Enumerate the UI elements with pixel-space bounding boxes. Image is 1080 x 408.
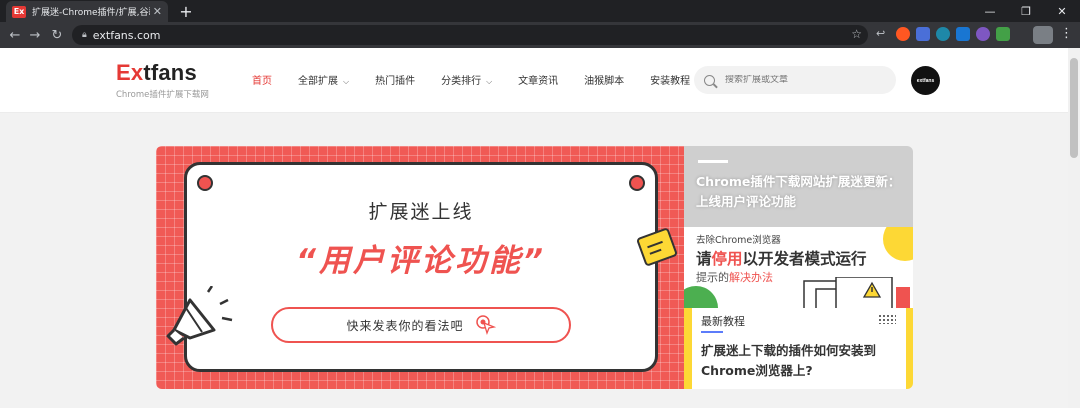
browser-menu-icon[interactable]: ⋮ bbox=[1060, 26, 1073, 41]
comment-cta-label: 快来发表你的看法吧 bbox=[346, 318, 464, 333]
banner-title: 扩展迷上线 bbox=[368, 201, 474, 223]
translate-icon[interactable] bbox=[916, 27, 930, 41]
dots-decoration-icon bbox=[878, 314, 896, 324]
side-mid-big-2: 以开发者模式运行 bbox=[742, 250, 867, 268]
page-scrollbar[interactable] bbox=[1068, 48, 1080, 408]
nav-all-extensions[interactable]: 全部扩展 ⌵ bbox=[298, 72, 349, 87]
label-underline bbox=[701, 331, 723, 333]
main-nav: 首页 全部扩展 ⌵ 热门插件 分类排行 ⌵ 文章资讯 油猴脚本 安装教程 bbox=[252, 72, 716, 87]
url-text: extfans.com bbox=[92, 28, 161, 42]
tab-close-icon[interactable]: ✕ bbox=[153, 5, 162, 18]
browser-window-illustration bbox=[803, 277, 910, 308]
new-tab-button[interactable]: + bbox=[176, 1, 196, 21]
decor-dot-left bbox=[197, 175, 213, 191]
chevron-down-icon: ⌵ bbox=[343, 77, 350, 86]
side-mid-small: 去除Chrome浏览器 bbox=[696, 235, 781, 246]
decor-circle-green bbox=[684, 286, 718, 308]
search-box bbox=[694, 66, 896, 94]
search-input[interactable] bbox=[725, 75, 885, 85]
side-article-mid[interactable]: 去除Chrome浏览器 请停用以开发者模式运行 提示的解决办法 bbox=[684, 227, 913, 308]
side-article-top[interactable]: Chrome插件下载网站扩展迷更新：上线用户评论功能 bbox=[684, 146, 913, 227]
title-accent-bar bbox=[698, 160, 728, 163]
latest-tutorial-label: 最新教程 bbox=[701, 315, 745, 328]
nav-rankings-label: 分类排行 bbox=[441, 76, 482, 87]
logo-rest: tfans bbox=[143, 60, 197, 85]
megaphone-icon bbox=[166, 286, 233, 346]
chevron-down-icon: ⌵ bbox=[486, 77, 493, 86]
side-bottom-card: 最新教程 扩展迷上下载的插件如何安装到Chrome浏览器上? bbox=[692, 308, 906, 389]
lock-icon: 🔒︎ bbox=[82, 30, 87, 40]
browser-tab-strip: Ex 扩展迷-Chrome插件/扩展,谷歌浏 ✕ + — ❐ ✕ bbox=[0, 0, 1080, 22]
extension-icon-3[interactable] bbox=[936, 27, 950, 41]
banner-headline: “用户评论功能” bbox=[296, 243, 546, 279]
side-mid-sub: 提示的解决办法 bbox=[696, 269, 773, 285]
nav-home[interactable]: 首页 bbox=[252, 72, 272, 87]
site-header: Extfans Chrome插件扩展下载网 首页 全部扩展 ⌵ 热门插件 分类排行… bbox=[0, 48, 1068, 113]
nav-userscripts[interactable]: 油猴脚本 bbox=[584, 72, 624, 87]
back-icon[interactable]: ← bbox=[6, 26, 24, 44]
side-article-top-title: Chrome插件下载网站扩展迷更新：上线用户评论功能 bbox=[696, 174, 901, 209]
extension-icon-4[interactable] bbox=[956, 27, 970, 41]
latest-tutorial-title: 扩展迷上下载的插件如何安装到Chrome浏览器上? bbox=[701, 343, 877, 378]
side-mid-headline: 请停用以开发者模式运行 bbox=[696, 247, 867, 269]
scrollbar-thumb[interactable] bbox=[1070, 58, 1078, 158]
user-avatar[interactable]: extfans bbox=[911, 66, 940, 95]
side-mid-sub-1: 提示的 bbox=[696, 271, 729, 284]
minimize-button[interactable]: — bbox=[972, 0, 1008, 22]
decor-circle bbox=[883, 227, 913, 261]
logo-ex: Ex bbox=[116, 60, 144, 85]
favicon-icon: Ex bbox=[12, 5, 26, 18]
profile-avatar[interactable] bbox=[1033, 26, 1053, 44]
restore-button[interactable]: ❐ bbox=[1008, 0, 1044, 22]
tab-title: 扩展迷-Chrome插件/扩展,谷歌浏 bbox=[32, 8, 150, 18]
banner-card: 扩展迷上线 “用户评论功能” 快来发表你的看法吧 bbox=[184, 162, 658, 372]
close-window-button[interactable]: ✕ bbox=[1044, 0, 1080, 22]
logo-subtitle: Chrome插件扩展下载网 bbox=[116, 90, 209, 100]
search-icon[interactable] bbox=[704, 74, 715, 86]
nav-all-extensions-label: 全部扩展 bbox=[298, 76, 338, 87]
browser-toolbar: ← → ↻ 🔒︎ extfans.com ☆ ↩ ⋮ bbox=[0, 22, 1080, 48]
side-mid-big-red: 停用 bbox=[711, 250, 743, 268]
hero-banner[interactable]: 扩展迷上线 “用户评论功能” 快来发表你的看法吧 bbox=[156, 146, 684, 389]
nav-rankings[interactable]: 分类排行 ⌵ bbox=[441, 72, 492, 87]
browser-tab[interactable]: Ex 扩展迷-Chrome插件/扩展,谷歌浏 ✕ bbox=[6, 1, 168, 22]
bookmark-star-icon[interactable]: ☆ bbox=[851, 27, 862, 41]
side-mid-big-1: 请 bbox=[696, 250, 712, 268]
shield-icon[interactable] bbox=[996, 27, 1010, 41]
extension-icons: ↩ bbox=[876, 27, 1010, 41]
side-mid-sub-red: 解决办法 bbox=[729, 271, 773, 284]
address-bar[interactable]: 🔒︎ extfans.com ☆ bbox=[72, 25, 868, 45]
nav-popular[interactable]: 热门插件 bbox=[375, 72, 415, 87]
share-icon[interactable]: ↩ bbox=[876, 27, 890, 41]
side-article-bottom[interactable]: 最新教程 扩展迷上下载的插件如何安装到Chrome浏览器上? bbox=[684, 308, 913, 389]
extension-icon-5[interactable] bbox=[976, 27, 990, 41]
nav-articles[interactable]: 文章资讯 bbox=[518, 72, 558, 87]
decor-dot-right bbox=[629, 175, 645, 191]
cursor-click-icon bbox=[475, 315, 496, 335]
nav-tutorials[interactable]: 安装教程 bbox=[650, 72, 690, 87]
window-controls: — ❐ ✕ bbox=[972, 0, 1080, 22]
reload-icon[interactable]: ↻ bbox=[48, 26, 66, 44]
side-articles: Chrome插件下载网站扩展迷更新：上线用户评论功能 去除Chrome浏览器 请… bbox=[684, 146, 913, 389]
comment-cta-button[interactable]: 快来发表你的看法吧 bbox=[271, 307, 571, 343]
extension-icon-1[interactable] bbox=[896, 27, 910, 41]
site-logo[interactable]: Extfans bbox=[116, 60, 197, 86]
forward-icon[interactable]: → bbox=[26, 26, 44, 44]
